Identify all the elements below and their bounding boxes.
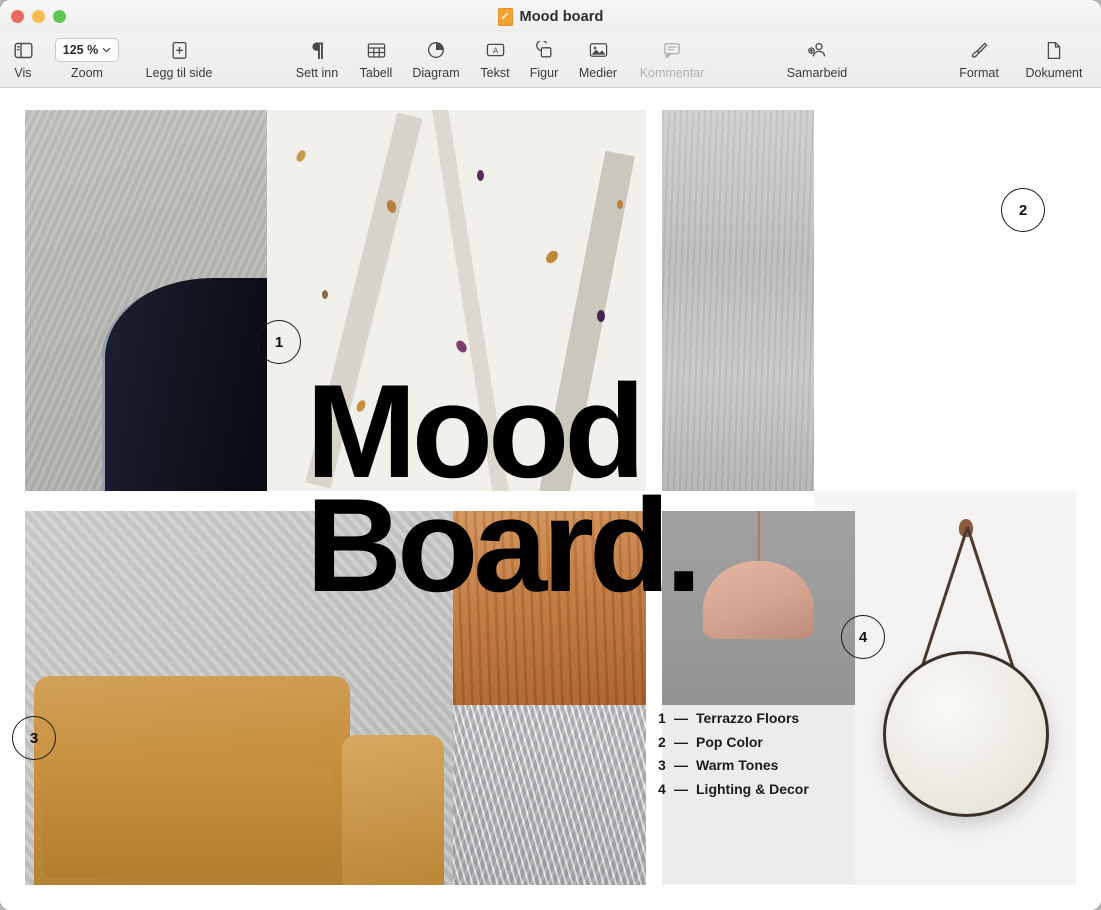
toolbar-item-add-page[interactable]: Legg til side (136, 37, 222, 80)
terrazzo-photo[interactable] (267, 110, 646, 491)
document-canvas[interactable]: Mood Board. 1—Terrazzo Floors2—Pop Color… (0, 89, 1101, 910)
legend-row: 3—Warm Tones (658, 757, 809, 773)
toolbar-item-comment[interactable]: Kommentar (629, 37, 715, 80)
window-title-bar: Mood board (0, 0, 1101, 33)
toolbar-item-collaborate[interactable]: Samarbeid (774, 37, 860, 80)
toolbar-label-insert: Sett inn (296, 66, 338, 80)
toolbar-label-collaborate: Samarbeid (787, 66, 847, 80)
zoom-dropdown[interactable]: 125 % (55, 38, 119, 62)
plus-page-icon (171, 37, 188, 63)
toolbar-item-format[interactable]: Format (936, 37, 1022, 80)
svg-text:A: A (492, 46, 498, 55)
toolbar-label-comment: Kommentar (640, 66, 705, 80)
legend-dash: — (674, 710, 696, 726)
legend-dash: — (674, 734, 696, 750)
image-icon (589, 37, 608, 63)
pendant-lamp-photo[interactable] (662, 511, 855, 705)
legend-number: 2 (658, 734, 674, 750)
pilcrow-icon (310, 37, 325, 63)
table-icon (367, 37, 386, 63)
chevron-down-icon (102, 47, 111, 53)
callout-badge-4[interactable]: 4 (841, 615, 885, 659)
pie-chart-icon (427, 37, 445, 63)
legend-dash: — (674, 757, 696, 773)
comment-icon (663, 37, 681, 63)
toolbar-item-document[interactable]: Dokument (1011, 37, 1097, 80)
toolbar-label-view: Vis (14, 66, 31, 80)
grey-fur-photo[interactable] (453, 705, 646, 885)
legend-label: Pop Color (696, 734, 763, 750)
callout-badge-1[interactable]: 1 (257, 320, 301, 364)
toolbar-label-table: Tabell (360, 66, 393, 80)
legend-list-host: 1—Terrazzo Floors2—Pop Color3—Warm Tones… (658, 710, 809, 804)
pages-document-icon (498, 8, 513, 26)
legend-number: 4 (658, 781, 674, 797)
legend-row: 1—Terrazzo Floors (658, 710, 809, 726)
window-title: Mood board (0, 0, 1101, 33)
legend-row: 2—Pop Color (658, 734, 809, 750)
legend-label: Terrazzo Floors (696, 710, 799, 726)
toolbar-label-media: Medier (579, 66, 617, 80)
document-page[interactable]: Mood Board. (25, 110, 1076, 885)
collaborate-icon (807, 37, 827, 63)
paintbrush-icon (970, 37, 989, 63)
legend-label: Warm Tones (696, 757, 778, 773)
toolbar-label-add-page: Legg til side (146, 66, 213, 80)
toolbar-label-zoom: Zoom (71, 66, 103, 80)
plaster-sofa-photo[interactable] (25, 511, 453, 885)
concrete-photo[interactable] (662, 110, 814, 491)
callout-badge-3[interactable]: 3 (12, 716, 56, 760)
wood-grain-photo[interactable] (453, 511, 646, 705)
legend-number: 1 (658, 710, 674, 726)
callout-badge-2[interactable]: 2 (1001, 188, 1045, 232)
legend-dash: — (674, 781, 696, 797)
window-title-text: Mood board (520, 9, 604, 25)
shapes-icon (535, 37, 553, 63)
legend-label: Lighting & Decor (696, 781, 809, 797)
toolbar-item-zoom[interactable]: 125 % Zoom (44, 37, 130, 80)
navy-chair-photo[interactable] (25, 110, 267, 491)
document-icon (1046, 37, 1062, 63)
toolbar-label-document: Dokument (1026, 66, 1083, 80)
toolbar-label-format: Format (959, 66, 999, 80)
legend-number: 3 (658, 757, 674, 773)
round-mirror-photo[interactable] (855, 511, 1076, 885)
pages-window: Mood board Vis 125 % (0, 0, 1101, 910)
toolbar-label-shape: Figur (530, 66, 558, 80)
sidebar-icon (14, 37, 33, 63)
legend-row: 4—Lighting & Decor (658, 781, 809, 797)
main-toolbar: Vis 125 % Zoom Legg til (0, 33, 1101, 88)
zoom-value: 125 % (63, 43, 98, 57)
